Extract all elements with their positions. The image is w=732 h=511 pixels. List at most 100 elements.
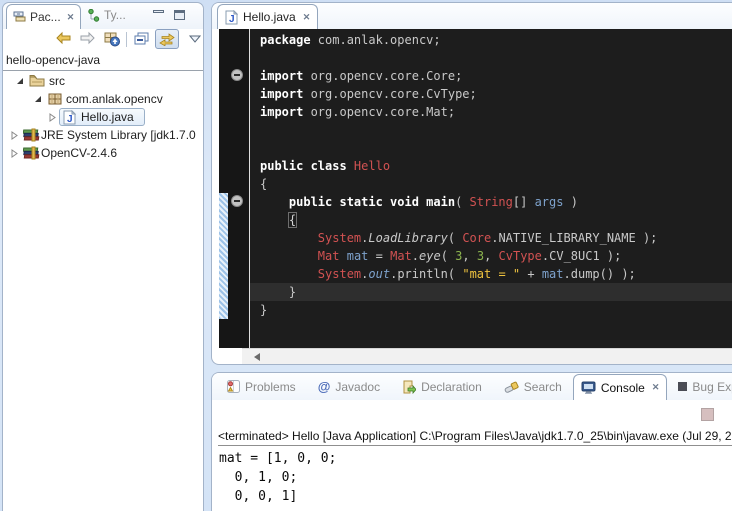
tab-problems[interactable]: Problems bbox=[220, 373, 303, 400]
bug-explorer-icon bbox=[678, 382, 687, 391]
code-token: } bbox=[260, 303, 267, 317]
tree-item-hello-java[interactable]: J Hello.java bbox=[3, 108, 203, 126]
java-file-icon: J bbox=[225, 10, 238, 25]
method-range-indicator bbox=[219, 193, 228, 319]
horizontal-scrollbar[interactable] bbox=[242, 348, 732, 364]
search-icon bbox=[504, 380, 519, 394]
tab-label: Problems bbox=[245, 380, 296, 394]
code-line[interactable]: } bbox=[250, 301, 732, 319]
console-line: mat = [1, 0, 0; bbox=[219, 449, 732, 468]
code-line[interactable]: Mat mat = Mat.eye( 3, 3, CvType.CV_8UC1 … bbox=[250, 247, 732, 265]
code-token: . bbox=[412, 249, 419, 263]
tab-label: Javadoc bbox=[335, 380, 380, 394]
tab-console[interactable]: Console ✕ bbox=[573, 374, 668, 400]
code-token: , bbox=[462, 249, 476, 263]
tab-javadoc[interactable]: @ Javadoc bbox=[311, 373, 387, 400]
code-token: .NATIVE_LIBRARY_NAME ); bbox=[491, 231, 657, 245]
back-icon[interactable] bbox=[55, 31, 72, 45]
view-menu-icon[interactable] bbox=[189, 35, 201, 43]
close-icon[interactable]: ✕ bbox=[67, 12, 75, 23]
tree-item-src[interactable]: src bbox=[3, 72, 203, 90]
code-token: } bbox=[260, 285, 296, 299]
console-line: 0, 0, 1] bbox=[219, 487, 732, 506]
code-line[interactable]: public class Hello bbox=[250, 157, 732, 175]
maximize-icon[interactable] bbox=[174, 10, 185, 20]
code-line[interactable]: System.out.println( "mat = " + mat.dump(… bbox=[250, 265, 732, 283]
expanded-arrow-icon[interactable] bbox=[15, 76, 25, 86]
code-token: org.opencv.core.CvType; bbox=[303, 87, 476, 101]
tab-search[interactable]: Search bbox=[497, 373, 569, 400]
code-token: = bbox=[368, 249, 390, 263]
forward-icon[interactable] bbox=[79, 31, 96, 45]
console-output[interactable]: mat = [1, 0, 0; 0, 1, 0; 0, 0, 1] bbox=[219, 449, 732, 511]
minimize-icon[interactable] bbox=[153, 10, 164, 13]
collapsed-arrow-icon[interactable] bbox=[9, 148, 19, 159]
tree-item-package[interactable]: com.anlak.opencv bbox=[3, 90, 203, 108]
tab-declaration[interactable]: Declaration bbox=[395, 373, 489, 400]
code-token: , bbox=[484, 249, 498, 263]
tree-label: JRE System Library [jdk1.7.0 bbox=[41, 126, 196, 144]
code-token: CvType bbox=[499, 249, 542, 263]
code-line[interactable]: { bbox=[250, 175, 732, 193]
svg-text:J: J bbox=[67, 114, 73, 125]
code-lines: package com.anlak.opencv; import org.open… bbox=[250, 29, 732, 348]
tab-label: Declaration bbox=[421, 380, 482, 394]
close-icon[interactable]: ✕ bbox=[303, 12, 311, 23]
go-up-icon[interactable] bbox=[103, 31, 121, 47]
code-token: import bbox=[260, 69, 303, 83]
svg-text:J: J bbox=[229, 14, 235, 25]
code-token: .dump() ); bbox=[564, 267, 636, 281]
tab-package-explorer[interactable]: Pac... ✕ bbox=[6, 4, 81, 29]
collapse-all-icon[interactable] bbox=[133, 31, 151, 47]
code-line[interactable]: } bbox=[250, 283, 732, 301]
java-file-icon: J bbox=[63, 110, 76, 125]
package-icon bbox=[47, 91, 63, 106]
javadoc-icon: @ bbox=[318, 379, 331, 394]
expanded-arrow-icon[interactable] bbox=[33, 94, 43, 104]
code-token: ( bbox=[448, 231, 462, 245]
collapsed-arrow-icon[interactable] bbox=[9, 130, 19, 141]
code-line[interactable]: System.LoadLibrary( Core.NATIVE_LIBRARY_… bbox=[250, 229, 732, 247]
code-line[interactable]: { bbox=[250, 211, 732, 229]
code-editor[interactable]: package com.anlak.opencv; import org.open… bbox=[219, 29, 732, 348]
fold-collapse-icon[interactable] bbox=[231, 69, 243, 81]
code-token: Hello bbox=[354, 159, 390, 173]
tree-label: com.anlak.opencv bbox=[66, 90, 163, 108]
code-line[interactable] bbox=[250, 49, 732, 67]
code-line[interactable] bbox=[250, 121, 732, 139]
tree-item-opencv-library[interactable]: OpenCV-2.4.6 bbox=[3, 144, 203, 162]
library-icon bbox=[23, 128, 40, 142]
console-process-title: <terminated> Hello [Java Application] C:… bbox=[218, 429, 732, 446]
close-icon[interactable]: ✕ bbox=[652, 382, 660, 393]
tree-item-jre-library[interactable]: JRE System Library [jdk1.7.0 bbox=[3, 126, 203, 144]
eclipse-window: Pac... ✕ Ty... bbox=[0, 0, 732, 511]
code-line[interactable]: package com.anlak.opencv; bbox=[250, 31, 732, 49]
tab-label: Hello.java bbox=[243, 10, 296, 24]
link-with-editor-button[interactable] bbox=[155, 29, 179, 49]
tree-separator bbox=[3, 70, 203, 71]
code-token: import bbox=[260, 105, 303, 119]
code-line[interactable] bbox=[250, 139, 732, 157]
tab-type-hierarchy[interactable]: Ty... bbox=[87, 8, 126, 22]
explorer-tabbar: Pac... ✕ Ty... bbox=[3, 3, 203, 29]
tree-item-project[interactable]: hello-opencv-java bbox=[6, 53, 100, 68]
tab-hello-java[interactable]: J Hello.java ✕ bbox=[217, 4, 318, 29]
tab-label: Pac... bbox=[30, 10, 61, 24]
code-token: out bbox=[368, 267, 390, 281]
tab-bug-explorer[interactable]: Bug Explorer bbox=[671, 373, 732, 400]
tree-label: Hello.java bbox=[81, 108, 134, 126]
collapsed-arrow-icon[interactable] bbox=[47, 112, 57, 123]
code-token: Core bbox=[462, 231, 491, 245]
code-token: ( bbox=[448, 267, 462, 281]
terminate-button[interactable] bbox=[701, 408, 714, 421]
scroll-left-icon[interactable] bbox=[254, 353, 260, 361]
code-line[interactable]: import org.opencv.core.CvType; bbox=[250, 85, 732, 103]
package-explorer-icon bbox=[13, 11, 26, 24]
toolbar-separator bbox=[126, 32, 127, 47]
code-line[interactable]: public static void main( String[] args ) bbox=[250, 193, 732, 211]
tree-label: OpenCV-2.4.6 bbox=[41, 144, 117, 162]
project-tree: hello-opencv-java src bbox=[3, 51, 203, 511]
code-line[interactable]: import org.opencv.core.Mat; bbox=[250, 103, 732, 121]
fold-collapse-icon[interactable] bbox=[231, 195, 243, 207]
code-line[interactable]: import org.opencv.core.Core; bbox=[250, 67, 732, 85]
